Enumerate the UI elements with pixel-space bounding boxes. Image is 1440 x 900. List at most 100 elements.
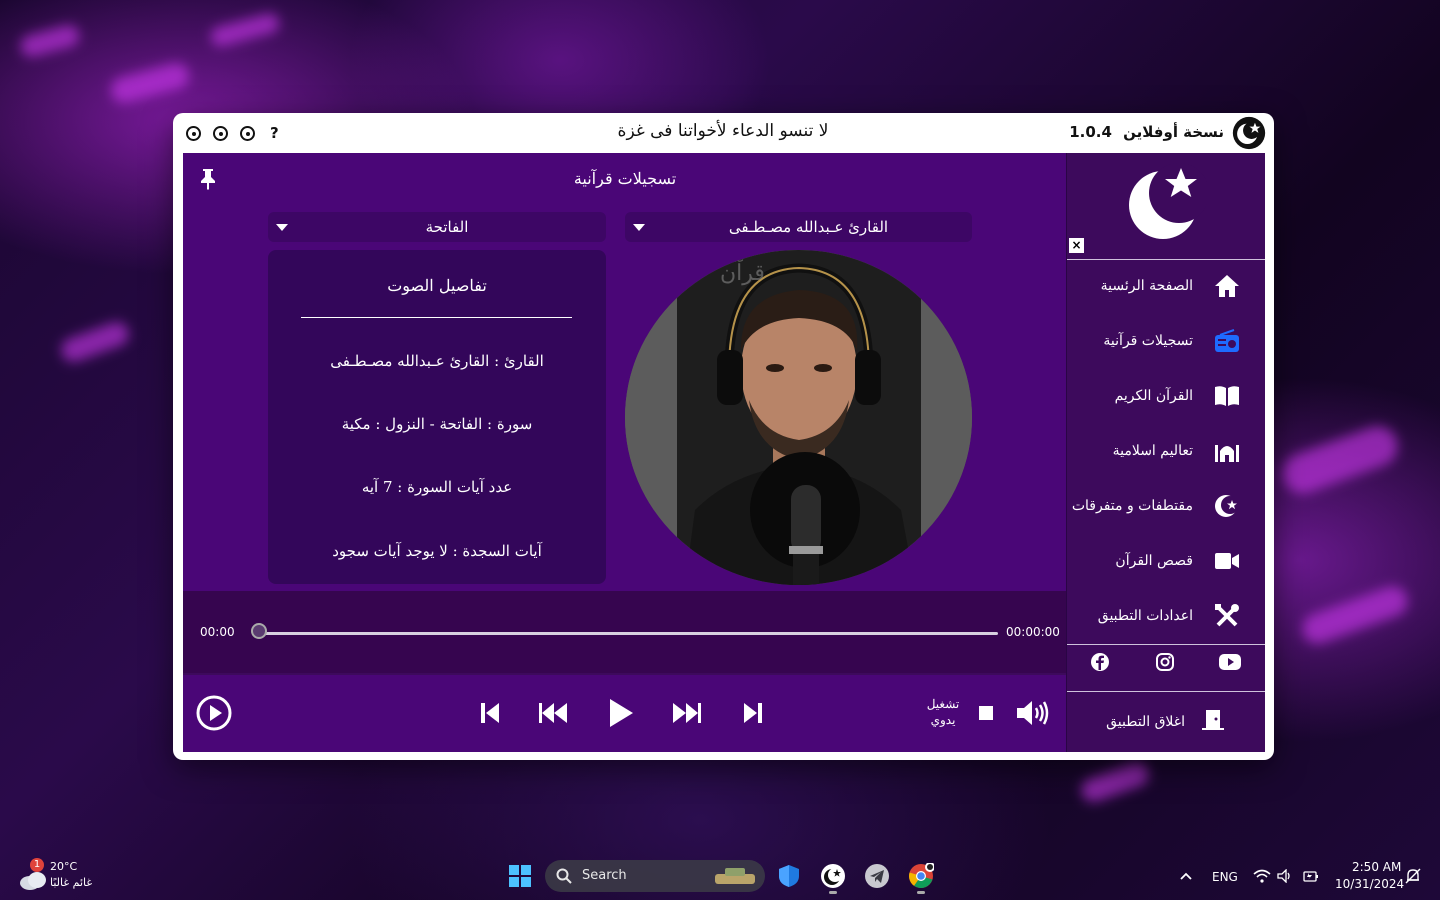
play-mode-label[interactable]: تشغيل يدوي xyxy=(918,696,968,728)
play-mode-line2: يدوي xyxy=(930,713,956,727)
last-track-button[interactable] xyxy=(739,699,767,727)
help-button[interactable]: ? xyxy=(270,124,279,142)
divider xyxy=(1067,691,1265,692)
sidebar-item-quran[interactable]: القرآن الكريم xyxy=(1067,368,1265,423)
start-button[interactable] xyxy=(509,865,531,887)
radio-icon xyxy=(1213,327,1241,355)
time-total: 00:00:00 xyxy=(1006,625,1060,639)
details-sajda: آيات السجدة : لا يوجد آيات سجود xyxy=(332,542,542,560)
volume-button[interactable] xyxy=(1015,699,1051,727)
sidebar-item-label: القرآن الكريم xyxy=(1114,387,1193,404)
title-bar: نسخة أوفلاين 1.0.4 لا تنسو الدعاء لأخوات… xyxy=(173,113,1274,153)
stop-button[interactable] xyxy=(978,705,994,721)
search-icon xyxy=(556,868,572,884)
security-app-icon[interactable] xyxy=(777,864,801,888)
quran-app-taskbar-icon[interactable] xyxy=(820,863,846,894)
tools-icon xyxy=(1213,602,1241,630)
door-exit-icon xyxy=(1201,709,1225,735)
app-logo-icon xyxy=(1129,163,1207,239)
facebook-icon[interactable] xyxy=(1088,650,1112,674)
crescent-star-icon xyxy=(1213,492,1241,520)
progress-thumb[interactable] xyxy=(251,623,267,639)
sidebar: × الصفحة الرئسية تسجيلات قرآنية القرآن ا… xyxy=(1066,153,1265,752)
app-content: تسجيلات قرآنية الفاتحة القارئ عـبدالله م… xyxy=(183,153,1265,752)
sidebar-item-settings[interactable]: اعدادات التطبيق xyxy=(1067,588,1265,643)
background-glow xyxy=(58,318,132,366)
windows-icon xyxy=(509,865,531,887)
sidebar-item-label: اعدادات التطبيق xyxy=(1097,607,1193,624)
search-placeholder: Search xyxy=(582,868,627,883)
background-glow xyxy=(18,22,82,60)
player-controls: تشغيل يدوي xyxy=(183,675,1067,752)
youtube-icon[interactable] xyxy=(1218,650,1242,674)
temperature: 20°C xyxy=(50,860,78,873)
rewind-icon xyxy=(539,703,567,723)
exit-app-label: اغلاق التطبيق xyxy=(1106,713,1185,730)
main-panel: تسجيلات قرآنية الفاتحة القارئ عـبدالله م… xyxy=(183,153,1067,591)
reciter-select-value: القارئ عـبدالله مصـطـفى xyxy=(728,218,889,236)
wifi-icon[interactable] xyxy=(1253,868,1271,887)
speaker-icon[interactable] xyxy=(1277,868,1293,887)
reciter-select[interactable]: القارئ عـبدالله مصـطـفى xyxy=(625,212,972,242)
mosque-icon xyxy=(1213,437,1241,465)
weather-description: غائم غالبًا xyxy=(50,876,93,889)
version-label: نسخة أوفلاين 1.0.4 xyxy=(1069,123,1224,141)
chevron-down-icon xyxy=(276,223,288,231)
chevron-up-icon[interactable] xyxy=(1179,868,1193,882)
page-title: تسجيلات قرآنية xyxy=(573,169,677,188)
battery-icon[interactable] xyxy=(1301,868,1319,887)
progress-panel: 00:00 00:00:00 xyxy=(183,591,1067,673)
sidebar-item-label: تسجيلات قرآنية xyxy=(1103,332,1193,349)
play-mode-line1: تشغيل xyxy=(926,697,960,711)
telegram-icon[interactable] xyxy=(864,863,890,889)
first-track-button[interactable] xyxy=(476,699,504,727)
play-circle-icon xyxy=(196,695,232,731)
window-control-maximize[interactable] xyxy=(213,126,228,141)
background-glow xyxy=(1298,582,1412,648)
clock-time[interactable]: 2:50 AM xyxy=(1352,860,1401,874)
details-surah: سورة : الفاتحة - النزول : مكية xyxy=(341,415,533,433)
window-control-minimize[interactable] xyxy=(240,126,255,141)
sidebar-item-label: مقتطفات و متفرقات xyxy=(1071,497,1193,514)
play-button[interactable] xyxy=(605,697,637,729)
sidebar-item-recordings[interactable]: تسجيلات قرآنية xyxy=(1067,313,1265,368)
volume-icon xyxy=(1017,701,1049,725)
sidebar-item-label: تعاليم اسلامية xyxy=(1112,442,1193,459)
instagram-icon[interactable] xyxy=(1153,650,1177,674)
sidebar-close-button[interactable]: × xyxy=(1069,238,1084,253)
app-logo-icon xyxy=(1232,116,1266,150)
details-reciter: القارئ : القارئ عـبدالله مصـطـفى xyxy=(330,352,544,370)
progress-track[interactable] xyxy=(260,632,998,635)
search-highlight-icon xyxy=(715,868,755,884)
language-indicator[interactable]: ENG xyxy=(1212,870,1238,884)
details-heading: تفاصيل الصوت xyxy=(387,276,487,295)
background-glow xyxy=(208,11,282,49)
divider xyxy=(301,317,572,318)
svg-text:قرآن: قرآن xyxy=(720,259,765,286)
video-camera-icon xyxy=(1213,547,1241,575)
details-verses: عدد آيات السورة : 7 آيه xyxy=(361,478,513,496)
background-glow xyxy=(1078,758,1152,806)
exit-app-button[interactable]: اغلاق التطبيق xyxy=(1067,694,1265,749)
surah-select[interactable]: الفاتحة xyxy=(268,212,606,242)
background-glow xyxy=(107,60,193,106)
skip-first-icon xyxy=(481,703,499,723)
time-elapsed: 00:00 xyxy=(200,625,235,639)
play-circle-button[interactable] xyxy=(196,695,232,731)
sidebar-item-home[interactable]: الصفحة الرئسية xyxy=(1067,258,1265,313)
taskbar-search[interactable]: Search xyxy=(545,860,765,892)
sidebar-item-label: قصص القرآن xyxy=(1115,552,1193,569)
sidebar-item-excerpts[interactable]: مقتطفات و متفرقات xyxy=(1067,478,1265,533)
chrome-icon[interactable] xyxy=(908,862,935,894)
window-control-close[interactable] xyxy=(186,126,201,141)
rewind-button[interactable] xyxy=(537,699,569,727)
clock-date[interactable]: 10/31/2024 xyxy=(1335,877,1404,891)
notification-icon[interactable] xyxy=(1405,868,1421,888)
sidebar-item-teachings[interactable]: تعاليم اسلامية xyxy=(1067,423,1265,478)
surah-select-value: الفاتحة xyxy=(425,218,469,236)
background-glow xyxy=(1276,420,1404,500)
sidebar-item-stories[interactable]: قصص القرآن xyxy=(1067,533,1265,588)
fast-forward-icon xyxy=(673,703,701,723)
fast-forward-button[interactable] xyxy=(671,699,703,727)
divider xyxy=(1067,644,1265,645)
